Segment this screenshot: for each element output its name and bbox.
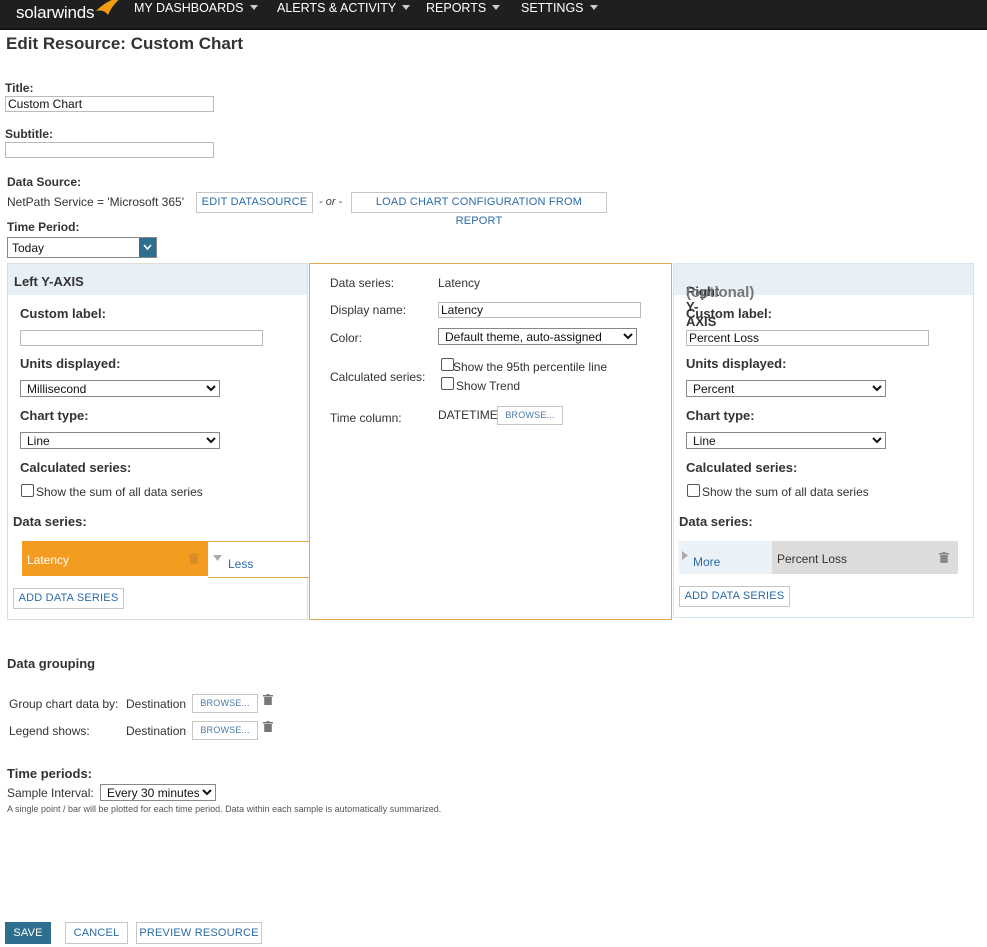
edit-datasource-button[interactable]: EDIT DATASOURCE xyxy=(196,192,313,213)
less-link[interactable]: Less xyxy=(228,557,253,571)
left-chart-type-label: Chart type: xyxy=(20,408,89,423)
time-column-label: Time column: xyxy=(330,411,402,425)
datasource-value: NetPath Service = 'Microsoft 365' xyxy=(7,195,184,209)
right-calculated-series-label: Calculated series: xyxy=(686,460,798,475)
trash-icon[interactable] xyxy=(263,694,273,705)
left-units-label: Units displayed: xyxy=(20,356,121,371)
datasource-label: Data Source: xyxy=(7,175,82,189)
title-input[interactable] xyxy=(5,96,214,112)
sample-interval-note: A single point / bar will be plotted for… xyxy=(7,804,442,814)
detail-data-series-value: Latency xyxy=(438,276,481,290)
p95-label: Show the 95th percentile line xyxy=(453,360,608,374)
right-data-series-label: Data series: xyxy=(679,514,753,529)
load-chart-config-button[interactable]: LOAD CHART CONFIGURATION FROM REPORT xyxy=(351,192,607,227)
time-period-label: Time Period: xyxy=(7,220,80,234)
top-nav: solarwinds MY DASHBOARDS ALERTS & ACTIVI… xyxy=(0,0,987,30)
page-title: Edit Resource: Custom Chart xyxy=(6,34,244,53)
legend-browse-button[interactable]: BROWSE... xyxy=(192,721,258,740)
color-label: Color: xyxy=(330,331,363,345)
right-units-select[interactable]: Percent xyxy=(686,380,886,397)
legend-shows-label: Legend shows: xyxy=(9,724,90,738)
group-by-browse-button[interactable]: BROWSE... xyxy=(192,694,258,713)
nav-my-dashboards[interactable]: MY DASHBOARDS xyxy=(134,1,258,15)
chevron-down-icon xyxy=(249,5,258,10)
left-data-series-label: Data series: xyxy=(13,514,87,529)
left-custom-label-input[interactable] xyxy=(20,330,263,346)
time-period-dropdown-button[interactable] xyxy=(139,238,156,257)
solarwinds-logo[interactable]: solarwinds xyxy=(16,0,119,23)
right-sum-label: Show the sum of all data series xyxy=(702,485,869,499)
right-units-label: Units displayed: xyxy=(686,356,787,371)
title-label: Title: xyxy=(5,81,34,95)
nav-settings[interactable]: SETTINGS xyxy=(521,1,598,15)
right-chart-type-select[interactable]: Line xyxy=(686,432,886,449)
save-button[interactable]: SAVE xyxy=(5,922,51,944)
left-add-data-series-button[interactable]: ADD DATA SERIES xyxy=(13,588,124,609)
chevron-down-icon xyxy=(143,244,152,251)
percent-loss-series-item[interactable]: Percent Loss xyxy=(772,541,958,574)
display-name-input[interactable] xyxy=(438,302,641,318)
display-name-label: Display name: xyxy=(330,303,407,317)
cancel-button[interactable]: CANCEL xyxy=(65,922,128,944)
right-sum-checkbox[interactable] xyxy=(687,484,700,497)
right-chart-type-label: Chart type: xyxy=(686,408,755,423)
detail-calculated-series-label: Calculated series: xyxy=(330,370,426,384)
subtitle-input[interactable] xyxy=(5,142,214,158)
nav-alerts-activity[interactable]: ALERTS & ACTIVITY xyxy=(277,1,411,15)
chevron-down-icon xyxy=(589,5,598,10)
left-chart-type-select[interactable]: Line xyxy=(20,432,220,449)
time-column-value: DATETIME xyxy=(438,408,498,422)
logo-mark-icon xyxy=(96,0,119,15)
series-expand-area[interactable]: More xyxy=(679,541,772,574)
time-column-browse-button[interactable]: BROWSE... xyxy=(497,406,563,425)
trash-icon[interactable] xyxy=(939,552,949,563)
sample-interval-select[interactable]: Every 30 minutes xyxy=(100,784,216,801)
sample-interval-label: Sample Interval: xyxy=(7,786,94,800)
detail-data-series-label: Data series: xyxy=(330,276,395,290)
chevron-down-icon xyxy=(402,5,411,10)
right-custom-label-input[interactable] xyxy=(686,330,929,346)
trend-checkbox[interactable] xyxy=(441,377,454,390)
right-custom-label-label: Custom label: xyxy=(686,306,772,321)
left-custom-label-label: Custom label: xyxy=(20,306,106,321)
subtitle-label: Subtitle: xyxy=(5,127,53,141)
caret-right-icon xyxy=(682,551,688,560)
time-period-value: Today xyxy=(12,241,45,255)
left-axis-header: Left Y-AXIS xyxy=(8,264,307,295)
time-periods-heading: Time periods: xyxy=(7,766,93,781)
data-grouping-heading: Data grouping xyxy=(7,656,96,671)
trend-label: Show Trend xyxy=(456,379,521,393)
legend-shows-value: Destination xyxy=(126,724,187,738)
latency-series-item[interactable]: Latency xyxy=(22,541,208,576)
chevron-down-icon xyxy=(492,5,501,10)
series-name: Percent Loss xyxy=(777,552,848,566)
group-by-label: Group chart data by: xyxy=(9,697,119,711)
preview-resource-button[interactable]: PREVIEW RESOURCE xyxy=(136,922,262,944)
more-link[interactable]: More xyxy=(693,555,720,569)
left-sum-label: Show the sum of all data series xyxy=(36,485,203,499)
time-period-select[interactable]: Today xyxy=(7,237,157,258)
series-expand-area[interactable]: Less xyxy=(208,541,310,578)
or-separator: - or - xyxy=(319,196,343,208)
group-by-value: Destination xyxy=(126,697,187,711)
series-name: Latency xyxy=(27,553,70,567)
right-axis-optional: (optional) xyxy=(686,284,755,301)
right-add-data-series-button[interactable]: ADD DATA SERIES xyxy=(679,586,790,607)
left-calculated-series-label: Calculated series: xyxy=(20,460,132,475)
trash-icon[interactable] xyxy=(189,553,199,564)
left-sum-checkbox[interactable] xyxy=(21,484,34,497)
left-units-select[interactable]: Millisecond xyxy=(20,380,220,397)
right-axis-header: Right Y-AXIS (optional) xyxy=(674,264,973,329)
nav-reports[interactable]: REPORTS xyxy=(426,1,501,15)
trash-icon[interactable] xyxy=(263,721,273,732)
caret-down-icon xyxy=(213,555,222,561)
color-select[interactable]: Default theme, auto-assigned xyxy=(438,328,637,345)
